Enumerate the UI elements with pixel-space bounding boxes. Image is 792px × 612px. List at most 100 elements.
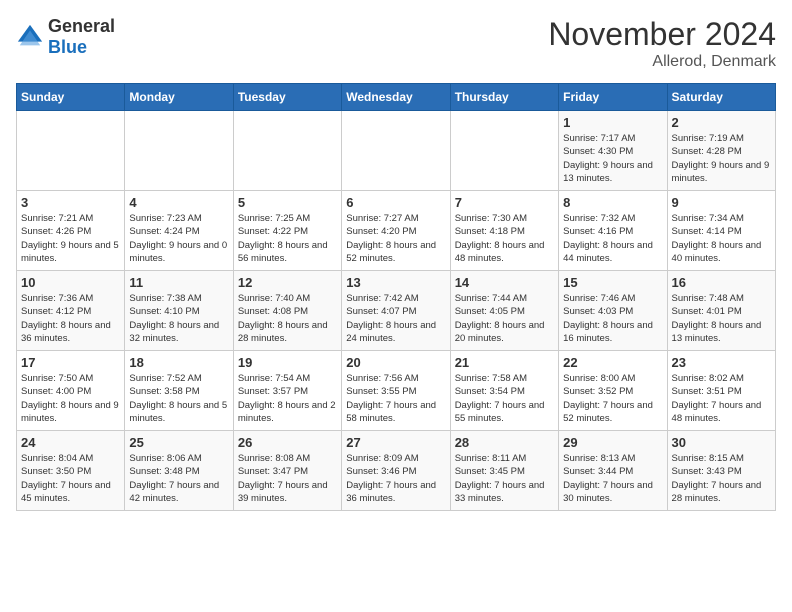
day-info: Sunrise: 7:25 AMSunset: 4:22 PMDaylight:… [238,212,337,265]
calendar-cell: 3Sunrise: 7:21 AMSunset: 4:26 PMDaylight… [17,191,125,271]
day-info: Sunrise: 7:40 AMSunset: 4:08 PMDaylight:… [238,292,337,345]
calendar-cell: 29Sunrise: 8:13 AMSunset: 3:44 PMDayligh… [559,431,667,511]
weekday-header: Monday [125,84,233,111]
calendar-cell: 2 Sunrise: 7:19 AMSunset: 4:28 PMDaylight… [667,111,775,191]
day-number: 19 [238,355,337,370]
day-number: 26 [238,435,337,450]
day-number: 24 [21,435,120,450]
day-number: 25 [129,435,228,450]
calendar-cell [17,111,125,191]
day-number: 30 [672,435,771,450]
day-info: Sunrise: 7:42 AMSunset: 4:07 PMDaylight:… [346,292,445,345]
calendar-cell: 14 Sunrise: 7:44 AMSunset: 4:05 PMDayligh… [450,271,558,351]
title-block: November 2024 Allerod, Denmark [548,16,776,71]
day-info: Sunrise: 7:48 AMSunset: 4:01 PMDaylight:… [672,292,771,345]
day-info: Sunrise: 7:30 AMSunset: 4:18 PMDaylight:… [455,212,554,265]
day-number: 10 [21,275,120,290]
day-info: Sunrise: 7:50 AMSunset: 4:00 PMDaylight:… [21,372,120,425]
day-info: Sunrise: 7:36 AMSunset: 4:12 PMDaylight:… [21,292,120,345]
day-number: 9 [672,195,771,210]
calendar-cell: 4 Sunrise: 7:23 AMSunset: 4:24 PMDaylight… [125,191,233,271]
logo: General Blue [16,16,115,58]
day-number: 13 [346,275,445,290]
day-info: Sunrise: 7:32 AMSunset: 4:16 PMDaylight:… [563,212,662,265]
calendar-table: SundayMondayTuesdayWednesdayThursdayFrid… [16,83,776,511]
calendar-cell: 13 Sunrise: 7:42 AMSunset: 4:07 PMDayligh… [342,271,450,351]
calendar-cell: 20Sunrise: 7:56 AMSunset: 3:55 PMDayligh… [342,351,450,431]
calendar-week-row: 1 Sunrise: 7:17 AMSunset: 4:30 PMDaylight… [17,111,776,191]
calendar-cell: 8 Sunrise: 7:32 AMSunset: 4:16 PMDaylight… [559,191,667,271]
day-info: Sunrise: 8:08 AMSunset: 3:47 PMDaylight:… [238,452,337,505]
day-number: 4 [129,195,228,210]
day-info: Sunrise: 8:15 AMSunset: 3:43 PMDaylight:… [672,452,771,505]
day-number: 14 [455,275,554,290]
day-info: Sunrise: 7:19 AMSunset: 4:28 PMDaylight:… [672,132,771,185]
day-info: Sunrise: 7:52 AMSunset: 3:58 PMDaylight:… [129,372,228,425]
calendar-week-row: 3Sunrise: 7:21 AMSunset: 4:26 PMDaylight… [17,191,776,271]
day-number: 1 [563,115,662,130]
calendar-cell: 15 Sunrise: 7:46 AMSunset: 4:03 PMDayligh… [559,271,667,351]
day-info: Sunrise: 8:11 AMSunset: 3:45 PMDaylight:… [455,452,554,505]
logo-text-general: General [48,16,115,36]
day-info: Sunrise: 7:21 AMSunset: 4:26 PMDaylight:… [21,212,120,265]
weekday-header: Saturday [667,84,775,111]
page-header: General Blue November 2024 Allerod, Denm… [16,16,776,71]
calendar-cell: 16 Sunrise: 7:48 AMSunset: 4:01 PMDayligh… [667,271,775,351]
day-info: Sunrise: 7:23 AMSunset: 4:24 PMDaylight:… [129,212,228,265]
calendar-cell: 19 Sunrise: 7:54 AMSunset: 3:57 PMDayligh… [233,351,341,431]
day-info: Sunrise: 8:02 AMSunset: 3:51 PMDaylight:… [672,372,771,425]
day-number: 16 [672,275,771,290]
calendar-week-row: 24 Sunrise: 8:04 AMSunset: 3:50 PMDayligh… [17,431,776,511]
calendar-cell: 9 Sunrise: 7:34 AMSunset: 4:14 PMDaylight… [667,191,775,271]
day-info: Sunrise: 8:04 AMSunset: 3:50 PMDaylight:… [21,452,120,505]
day-number: 18 [129,355,228,370]
day-number: 20 [346,355,445,370]
day-info: Sunrise: 7:46 AMSunset: 4:03 PMDaylight:… [563,292,662,345]
day-info: Sunrise: 7:58 AMSunset: 3:54 PMDaylight:… [455,372,554,425]
calendar-week-row: 17 Sunrise: 7:50 AMSunset: 4:00 PMDayligh… [17,351,776,431]
calendar-cell: 10 Sunrise: 7:36 AMSunset: 4:12 PMDayligh… [17,271,125,351]
day-number: 28 [455,435,554,450]
calendar-cell: 23 Sunrise: 8:02 AMSunset: 3:51 PMDayligh… [667,351,775,431]
day-info: Sunrise: 7:54 AMSunset: 3:57 PMDaylight:… [238,372,337,425]
calendar-cell: 25 Sunrise: 8:06 AMSunset: 3:48 PMDayligh… [125,431,233,511]
calendar-cell: 6Sunrise: 7:27 AMSunset: 4:20 PMDaylight… [342,191,450,271]
day-number: 27 [346,435,445,450]
calendar-cell [233,111,341,191]
calendar-cell: 5 Sunrise: 7:25 AMSunset: 4:22 PMDaylight… [233,191,341,271]
day-number: 2 [672,115,771,130]
day-number: 17 [21,355,120,370]
day-info: Sunrise: 8:00 AMSunset: 3:52 PMDaylight:… [563,372,662,425]
calendar-cell: 26 Sunrise: 8:08 AMSunset: 3:47 PMDayligh… [233,431,341,511]
calendar-cell: 1 Sunrise: 7:17 AMSunset: 4:30 PMDaylight… [559,111,667,191]
calendar-cell [125,111,233,191]
calendar-cell: 17 Sunrise: 7:50 AMSunset: 4:00 PMDayligh… [17,351,125,431]
day-info: Sunrise: 7:34 AMSunset: 4:14 PMDaylight:… [672,212,771,265]
day-info: Sunrise: 7:17 AMSunset: 4:30 PMDaylight:… [563,132,662,185]
day-number: 22 [563,355,662,370]
calendar-cell: 30 Sunrise: 8:15 AMSunset: 3:43 PMDayligh… [667,431,775,511]
weekday-header: Thursday [450,84,558,111]
day-info: Sunrise: 7:44 AMSunset: 4:05 PMDaylight:… [455,292,554,345]
day-info: Sunrise: 8:06 AMSunset: 3:48 PMDaylight:… [129,452,228,505]
day-number: 5 [238,195,337,210]
day-number: 8 [563,195,662,210]
day-number: 15 [563,275,662,290]
calendar-cell: 28 Sunrise: 8:11 AMSunset: 3:45 PMDayligh… [450,431,558,511]
calendar-week-row: 10 Sunrise: 7:36 AMSunset: 4:12 PMDayligh… [17,271,776,351]
page-title: November 2024 [548,16,776,53]
calendar-cell: 12Sunrise: 7:40 AMSunset: 4:08 PMDayligh… [233,271,341,351]
calendar-cell: 7Sunrise: 7:30 AMSunset: 4:18 PMDaylight… [450,191,558,271]
calendar-cell: 11Sunrise: 7:38 AMSunset: 4:10 PMDayligh… [125,271,233,351]
weekday-header: Friday [559,84,667,111]
day-number: 29 [563,435,662,450]
day-info: Sunrise: 8:09 AMSunset: 3:46 PMDaylight:… [346,452,445,505]
calendar-header-row: SundayMondayTuesdayWednesdayThursdayFrid… [17,84,776,111]
day-number: 23 [672,355,771,370]
weekday-header: Tuesday [233,84,341,111]
calendar-cell [450,111,558,191]
calendar-body: 1 Sunrise: 7:17 AMSunset: 4:30 PMDaylight… [17,111,776,511]
calendar-cell: 18 Sunrise: 7:52 AMSunset: 3:58 PMDayligh… [125,351,233,431]
calendar-cell: 27 Sunrise: 8:09 AMSunset: 3:46 PMDayligh… [342,431,450,511]
calendar-cell: 21Sunrise: 7:58 AMSunset: 3:54 PMDayligh… [450,351,558,431]
